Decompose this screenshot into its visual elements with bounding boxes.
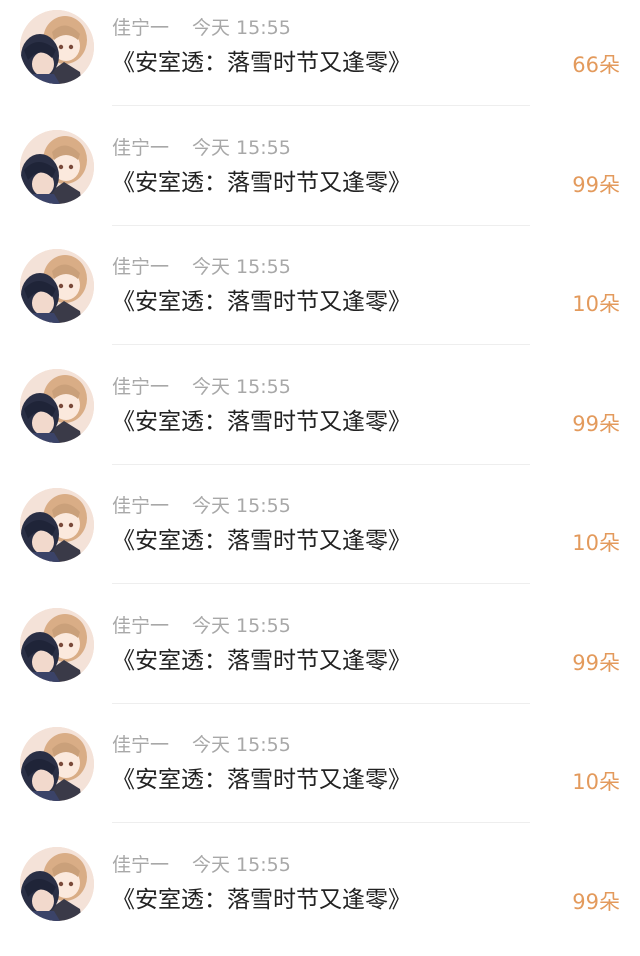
gift-amount: 10朵 xyxy=(572,291,620,317)
row-divider xyxy=(112,225,530,226)
username[interactable]: 佳宁一 xyxy=(112,614,169,638)
anime-couple-avatar-icon xyxy=(20,488,94,562)
gift-amount: 99朵 xyxy=(572,411,620,437)
timestamp: 今天 15:55 xyxy=(192,375,291,399)
item-title: 《安室透：落雪时节又逢零》 xyxy=(112,885,411,915)
avatar[interactable] xyxy=(20,369,94,443)
list-item[interactable]: 佳宁一 今天 15:55 《安室透：落雪时节又逢零》 99朵 xyxy=(0,120,640,240)
row-divider xyxy=(112,105,530,106)
gift-amount: 99朵 xyxy=(572,650,620,676)
username[interactable]: 佳宁一 xyxy=(112,733,169,757)
avatar[interactable] xyxy=(20,847,94,921)
avatar[interactable] xyxy=(20,608,94,682)
timestamp: 今天 15:55 xyxy=(192,16,291,40)
list-item[interactable]: 佳宁一 今天 15:55 《安室透：落雪时节又逢零》 10朵 xyxy=(0,239,640,359)
list-item[interactable]: 佳宁一 今天 15:55 《安室透：落雪时节又逢零》 66朵 xyxy=(0,0,640,120)
timestamp: 今天 15:55 xyxy=(192,255,291,279)
row-divider xyxy=(112,583,530,584)
anime-couple-avatar-icon xyxy=(20,608,94,682)
username[interactable]: 佳宁一 xyxy=(112,494,169,518)
row-divider xyxy=(112,822,530,823)
anime-couple-avatar-icon xyxy=(20,847,94,921)
avatar[interactable] xyxy=(20,249,94,323)
gift-amount: 10朵 xyxy=(572,769,620,795)
anime-couple-avatar-icon xyxy=(20,130,94,204)
item-title: 《安室透：落雪时节又逢零》 xyxy=(112,407,411,437)
list-item[interactable]: 佳宁一 今天 15:55 《安室透：落雪时节又逢零》 10朵 xyxy=(0,717,640,837)
gift-amount: 10朵 xyxy=(572,530,620,556)
username[interactable]: 佳宁一 xyxy=(112,16,169,40)
anime-couple-avatar-icon xyxy=(20,249,94,323)
avatar[interactable] xyxy=(20,130,94,204)
timestamp: 今天 15:55 xyxy=(192,733,291,757)
username[interactable]: 佳宁一 xyxy=(112,375,169,399)
avatar[interactable] xyxy=(20,727,94,801)
item-title: 《安室透：落雪时节又逢零》 xyxy=(112,646,411,676)
timestamp: 今天 15:55 xyxy=(192,614,291,638)
list-item[interactable]: 佳宁一 今天 15:55 《安室透：落雪时节又逢零》 99朵 xyxy=(0,359,640,479)
avatar[interactable] xyxy=(20,10,94,84)
timestamp: 今天 15:55 xyxy=(192,853,291,877)
row-divider xyxy=(112,464,530,465)
anime-couple-avatar-icon xyxy=(20,727,94,801)
gift-amount: 99朵 xyxy=(572,172,620,198)
avatar[interactable] xyxy=(20,488,94,562)
timestamp: 今天 15:55 xyxy=(192,136,291,160)
timestamp: 今天 15:55 xyxy=(192,494,291,518)
row-divider xyxy=(112,344,530,345)
item-title: 《安室透：落雪时节又逢零》 xyxy=(112,168,411,198)
list-item[interactable]: 佳宁一 今天 15:55 《安室透：落雪时节又逢零》 99朵 xyxy=(0,598,640,718)
row-divider xyxy=(112,703,530,704)
username[interactable]: 佳宁一 xyxy=(112,853,169,877)
item-title: 《安室透：落雪时节又逢零》 xyxy=(112,765,411,795)
username[interactable]: 佳宁一 xyxy=(112,255,169,279)
list-item[interactable]: 佳宁一 今天 15:55 《安室透：落雪时节又逢零》 10朵 xyxy=(0,478,640,598)
anime-couple-avatar-icon xyxy=(20,369,94,443)
gift-amount: 99朵 xyxy=(572,889,620,915)
username[interactable]: 佳宁一 xyxy=(112,136,169,160)
anime-couple-avatar-icon xyxy=(20,10,94,84)
item-title: 《安室透：落雪时节又逢零》 xyxy=(112,287,411,317)
list-item[interactable]: 佳宁一 今天 15:55 《安室透：落雪时节又逢零》 99朵 xyxy=(0,837,640,956)
item-title: 《安室透：落雪时节又逢零》 xyxy=(112,526,411,556)
gift-amount: 66朵 xyxy=(572,52,620,78)
item-title: 《安室透：落雪时节又逢零》 xyxy=(112,48,411,78)
gift-record-list: 佳宁一 今天 15:55 《安室透：落雪时节又逢零》 66朵 佳宁一 今天 15… xyxy=(0,0,640,952)
